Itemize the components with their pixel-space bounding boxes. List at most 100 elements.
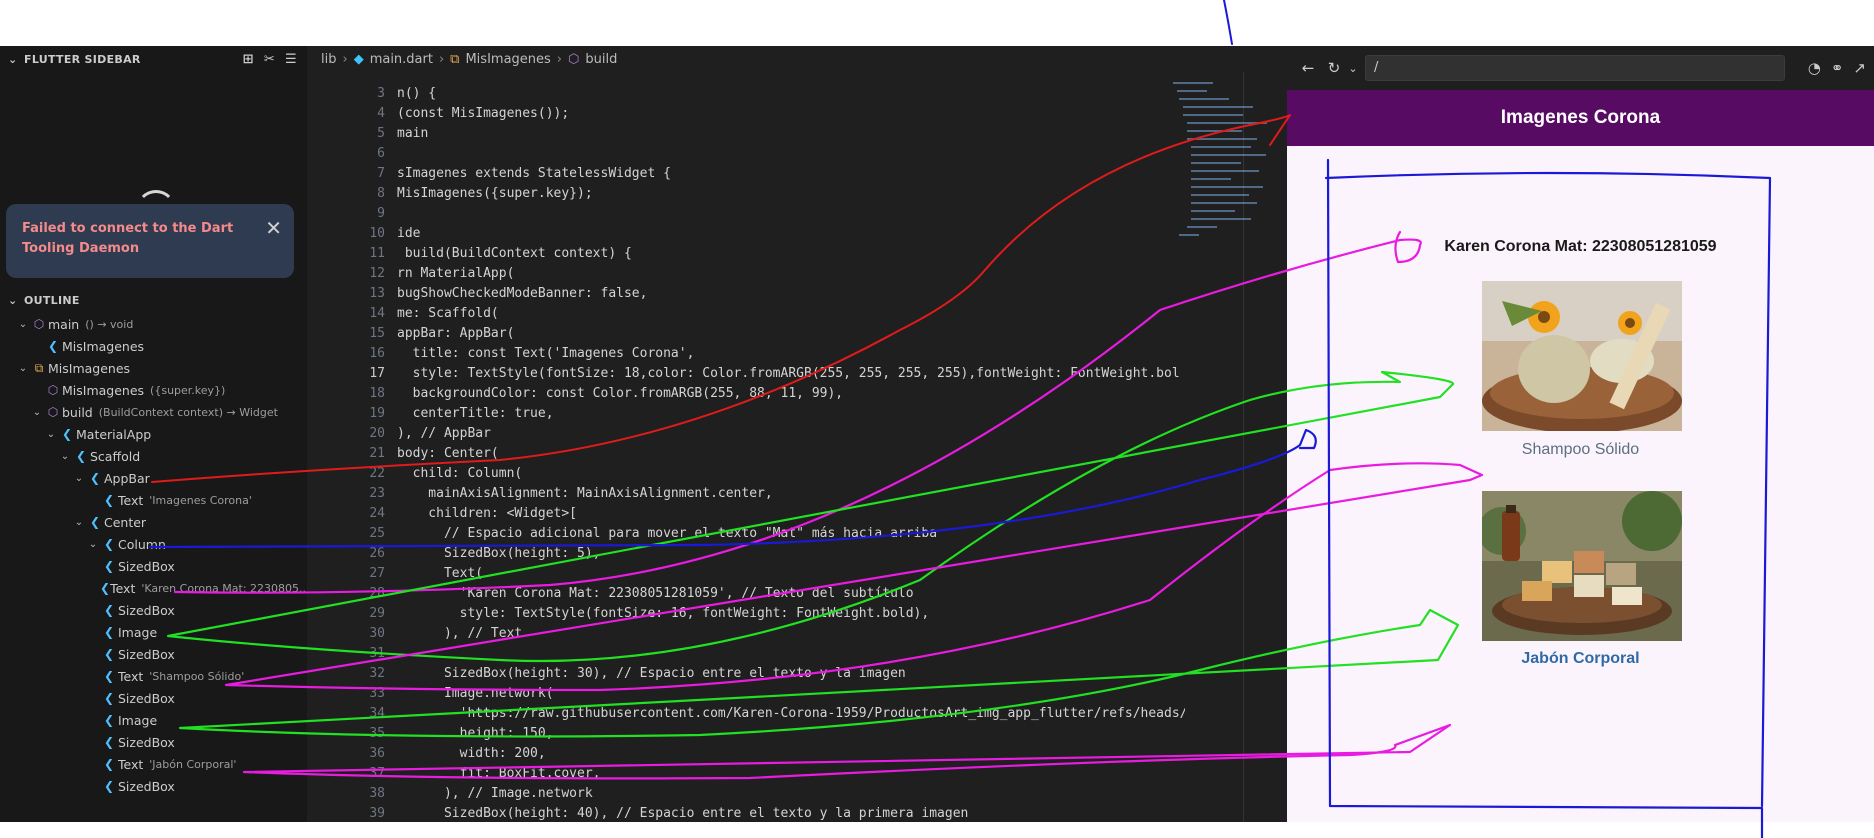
chevron-down-icon[interactable]: ⌄ [72,473,86,484]
outline-item[interactable]: ❮ SizedBox [0,555,307,577]
code-text[interactable] [385,644,1185,664]
code-text[interactable]: main [385,124,1185,144]
code-line[interactable]: 12 rn MaterialApp( [307,264,1287,284]
code-line[interactable]: 31 [307,644,1287,664]
code-line[interactable]: 39 SizedBox(height: 40), // Espacio entr… [307,804,1287,824]
outline-item[interactable]: ⌄ ⬡ main () → void [0,313,307,335]
chevron-down-icon[interactable]: ⌄ [16,319,30,330]
breadcrumb-item[interactable]: main.dart [370,52,433,67]
code-text[interactable]: style: TextStyle(fontSize: 18,color: Col… [385,364,1185,384]
code-line[interactable]: 38 ), // Image.network [307,784,1287,804]
code-editor[interactable]: lib › ◆ main.dart › ⧉ MisImagenes › ⬡ bu… [307,46,1287,822]
code-text[interactable]: (const MisImagenes()); [385,104,1185,124]
code-text[interactable]: backgroundColor: const Color.fromARGB(25… [385,384,1185,404]
outline-item[interactable]: ❮ SizedBox [0,643,307,665]
code-line[interactable]: 30 ), // Text [307,624,1287,644]
outline-item[interactable]: ❮ SizedBox [0,687,307,709]
code-text[interactable]: 'Karen Corona Mat: 22308051281059', // T… [385,584,1185,604]
new-folder-icon[interactable]: ⊞ [243,52,254,67]
code-line[interactable]: 19 centerTitle: true, [307,404,1287,424]
url-input[interactable]: / [1365,55,1785,81]
code-line[interactable]: 35 height: 150, [307,724,1287,744]
outline-item[interactable]: ⌄ ❮ Center [0,511,307,533]
chevron-down-icon[interactable]: ⌄ [1347,62,1359,75]
code-text[interactable]: width: 200, [385,744,1185,764]
chevron-down-icon[interactable]: ⌄ [8,53,24,66]
outline-item[interactable]: ❮ SizedBox [0,731,307,753]
code-text[interactable]: ide [385,224,1185,244]
outline-item[interactable]: ⌄ ❮ Column [0,533,307,555]
code-line[interactable]: 4 (const MisImagenes()); [307,104,1287,124]
code-line[interactable]: 22 child: Column( [307,464,1287,484]
code-line[interactable]: 6 [307,144,1287,164]
outline-item[interactable]: ⌄ ❮ Scaffold [0,445,307,467]
code-line[interactable]: 28 'Karen Corona Mat: 22308051281059', /… [307,584,1287,604]
code-text[interactable]: me: Scaffold( [385,304,1185,324]
outline-item[interactable]: ⌄ ⧉ MisImagenes [0,357,307,379]
chevron-down-icon[interactable]: ⌄ [16,363,30,374]
code-line[interactable]: 3 n() { [307,84,1287,104]
code-text[interactable]: ), // Text [385,624,1185,644]
code-text[interactable]: centerTitle: true, [385,404,1185,424]
code-text[interactable]: // Espacio adicional para mover el texto… [385,524,1185,544]
code-line[interactable]: 20), // AppBar [307,424,1287,444]
code-line[interactable]: 11 build(BuildContext context) { [307,244,1287,264]
reload-icon[interactable]: ↻ [1321,59,1347,77]
code-text[interactable]: height: 150, [385,724,1185,744]
code-line[interactable]: 15 appBar: AppBar( [307,324,1287,344]
code-text[interactable]: bugShowCheckedModeBanner: false, [385,284,1185,304]
code-text[interactable]: SizedBox(height: 30), // Espacio entre e… [385,664,1185,684]
back-arrow-icon[interactable]: ← [1295,59,1321,77]
code-line[interactable]: 27 Text( [307,564,1287,584]
tools-icon[interactable]: ✂ [264,52,275,67]
code-line[interactable]: 7 sImagenes extends StatelessWidget { [307,164,1287,184]
code-text[interactable]: appBar: AppBar( [385,324,1185,344]
link-icon[interactable]: ⚭ [1831,59,1844,77]
chevron-down-icon[interactable]: ⌄ [8,294,24,307]
code-line[interactable]: 21 body: Center( [307,444,1287,464]
code-line[interactable]: 36 width: 200, [307,744,1287,764]
outline-item[interactable]: ❮ Image [0,709,307,731]
code-line[interactable]: 24 children: <Widget>[ [307,504,1287,524]
code-text[interactable]: body: Center( [385,444,1185,464]
outline-item[interactable]: ❮ Text 'Karen Corona Mat: 2230805... [0,577,310,599]
code-text[interactable]: title: const Text('Imagenes Corona', [385,344,1185,364]
code-line[interactable]: 23 mainAxisAlignment: MainAxisAlignment.… [307,484,1287,504]
code-line[interactable]: 17 style: TextStyle(fontSize: 18,color: … [307,364,1287,384]
outline-item[interactable]: ⬡ MisImagenes ({super.key}) [0,379,307,401]
code-text[interactable]: 'https://raw.githubusercontent.com/Karen… [385,704,1185,724]
outline-item[interactable]: ❮ Text 'Jabón Corporal' [0,753,307,775]
chevron-down-icon[interactable]: ⌄ [44,429,58,440]
outline-item[interactable]: ❮ SizedBox [0,599,307,621]
code-line[interactable]: 10 ide [307,224,1287,244]
breadcrumb-item[interactable]: MisImagenes [465,52,550,67]
list-icon[interactable]: ☰ [285,52,297,67]
code-text[interactable]: children: <Widget>[ [385,504,1185,524]
code-line[interactable]: 18 backgroundColor: const Color.fromARGB… [307,384,1287,404]
code-text[interactable]: rn MaterialApp( [385,264,1185,284]
code-text[interactable]: SizedBox(height: 40), // Espacio entre e… [385,804,1185,824]
code-text[interactable]: child: Column( [385,464,1185,484]
outline-item[interactable]: ⌄ ⬡ build (BuildContext context) → Widget [0,401,307,423]
outline-item[interactable]: ❮ SizedBox [0,775,307,797]
code-text[interactable]: style: TextStyle(fontSize: 16, fontWeigh… [385,604,1185,624]
code-line[interactable]: 16 title: const Text('Imagenes Corona', [307,344,1287,364]
breadcrumb-item[interactable]: build [585,52,617,67]
code-line[interactable]: 34 'https://raw.githubusercontent.com/Ka… [307,704,1287,724]
code-line[interactable]: 37 fit: BoxFit.cover, [307,764,1287,784]
outline-item[interactable]: ❮ MisImagenes [0,335,307,357]
code-text[interactable]: sImagenes extends StatelessWidget { [385,164,1185,184]
code-line[interactable]: 13 bugShowCheckedModeBanner: false, [307,284,1287,304]
chevron-down-icon[interactable]: ⌄ [58,451,72,462]
code-text[interactable]: build(BuildContext context) { [385,244,1185,264]
code-line[interactable]: 8 MisImagenes({super.key}); [307,184,1287,204]
close-icon[interactable]: ✕ [265,218,282,238]
code-lines[interactable]: 3 n() {4 (const MisImagenes()); 5 main 6 7 sIma… [307,84,1287,824]
chevron-down-icon[interactable]: ⌄ [72,517,86,528]
code-text[interactable]: n() { [385,84,1185,104]
code-text[interactable] [385,204,1185,224]
code-line[interactable]: 29 style: TextStyle(fontSize: 16, fontWe… [307,604,1287,624]
code-text[interactable]: ), // Image.network [385,784,1185,804]
code-text[interactable] [385,144,1185,164]
code-line[interactable]: 9 [307,204,1287,224]
